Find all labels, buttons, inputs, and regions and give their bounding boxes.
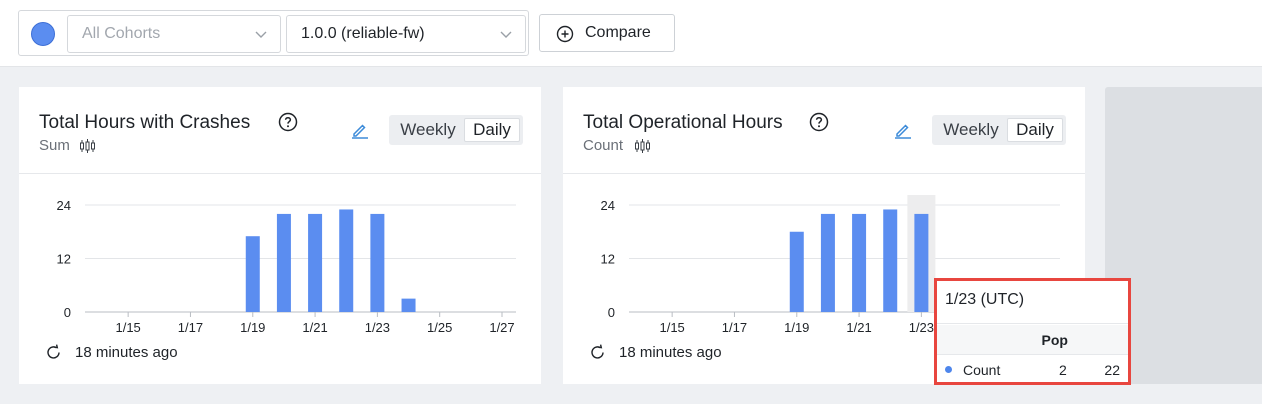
tooltip-row-value: 22 xyxy=(1104,362,1120,378)
card-subtitle: Sum xyxy=(39,137,70,154)
x-tick-label: 1/23 xyxy=(909,320,934,334)
bar xyxy=(370,213,385,312)
cohort-filter-group: All Cohorts 1.0.0 (reliable-fw) xyxy=(18,10,529,56)
y-tick-label: 12 xyxy=(601,252,615,267)
tooltip-row-label: Count xyxy=(963,362,1001,378)
x-tick-label: 1/27 xyxy=(489,320,514,334)
chevron-down-icon xyxy=(500,31,512,38)
version-select-value: 1.0.0 (reliable-fw) xyxy=(301,25,425,42)
last-updated-text: 18 minutes ago xyxy=(619,344,722,361)
tooltip-column-label: Pop xyxy=(1041,332,1068,348)
x-tick-label: 1/15 xyxy=(115,320,140,334)
x-tick-label: 1/25 xyxy=(427,320,452,334)
toggle-weekly[interactable]: Weekly xyxy=(936,118,1006,142)
help-circle-icon[interactable] xyxy=(278,112,298,132)
bar xyxy=(401,298,416,312)
card-title: Total Hours with Crashes xyxy=(39,112,251,133)
x-tick-label: 1/15 xyxy=(659,320,684,334)
metric-card-hours-with-crashes: Total Hours with Crashes Sum Weekly Dail… xyxy=(19,87,541,384)
compare-button-label: Compare xyxy=(585,24,651,41)
x-tick-label: 1/19 xyxy=(240,320,265,334)
cohort-select-placeholder: All Cohorts xyxy=(82,25,161,42)
x-tick-label: 1/19 xyxy=(784,320,809,334)
y-tick-label: 0 xyxy=(608,305,615,320)
bar xyxy=(276,213,291,312)
bar xyxy=(820,213,835,312)
toggle-weekly[interactable]: Weekly xyxy=(393,118,463,142)
bar xyxy=(914,213,929,312)
y-tick-label: 24 xyxy=(601,198,615,213)
bar xyxy=(245,236,260,312)
y-tick-label: 24 xyxy=(57,198,71,213)
granularity-toggle: Weekly Daily xyxy=(389,115,523,145)
y-tick-label: 0 xyxy=(64,305,71,320)
help-circle-icon[interactable] xyxy=(809,112,829,132)
refresh-icon[interactable] xyxy=(45,344,62,361)
toggle-daily[interactable]: Daily xyxy=(464,118,520,142)
chart-tooltip: 1/23 (UTC) Pop Count 2 22 xyxy=(934,278,1131,385)
refresh-icon[interactable] xyxy=(589,344,606,361)
tooltip-column-header: Pop xyxy=(937,325,1128,355)
card-subtitle: Count xyxy=(583,137,624,154)
x-tick-label: 1/21 xyxy=(302,320,327,334)
x-tick-label: 1/21 xyxy=(846,320,871,334)
x-tick-label: 1/17 xyxy=(178,320,203,334)
bar xyxy=(789,231,804,312)
candlestick-icon xyxy=(80,139,95,153)
y-tick-label: 12 xyxy=(57,252,71,267)
pencil-icon[interactable] xyxy=(894,121,912,139)
pencil-icon[interactable] xyxy=(351,121,369,139)
tooltip-row: Count 2 22 xyxy=(937,356,1128,384)
chevron-down-icon xyxy=(255,31,267,38)
series-color-swatch[interactable] xyxy=(31,22,55,46)
circle-plus-icon xyxy=(556,25,574,43)
candlestick-icon xyxy=(635,139,650,153)
bar xyxy=(852,213,867,312)
card-title: Total Operational Hours xyxy=(583,112,783,133)
bar xyxy=(883,209,898,312)
version-select[interactable]: 1.0.0 (reliable-fw) xyxy=(286,15,526,53)
bar xyxy=(339,209,354,312)
bar xyxy=(308,213,323,312)
tooltip-row-n: 2 xyxy=(1059,362,1067,378)
series-dot xyxy=(945,366,952,373)
bar-chart: 0 12 24 1/15 1/17 1/19 1/21 1/23 1/25 1/27 xyxy=(57,198,516,334)
granularity-toggle: Weekly Daily xyxy=(932,115,1066,145)
x-tick-label: 1/23 xyxy=(365,320,390,334)
compare-button[interactable]: Compare xyxy=(539,14,675,52)
cohort-select[interactable]: All Cohorts xyxy=(67,15,281,53)
x-tick-label: 1/17 xyxy=(722,320,747,334)
filter-toolbar: All Cohorts 1.0.0 (reliable-fw) Compare xyxy=(0,0,1262,67)
last-updated-text: 18 minutes ago xyxy=(75,344,178,361)
toggle-daily[interactable]: Daily xyxy=(1007,118,1063,142)
tooltip-title: 1/23 (UTC) xyxy=(937,281,1128,324)
